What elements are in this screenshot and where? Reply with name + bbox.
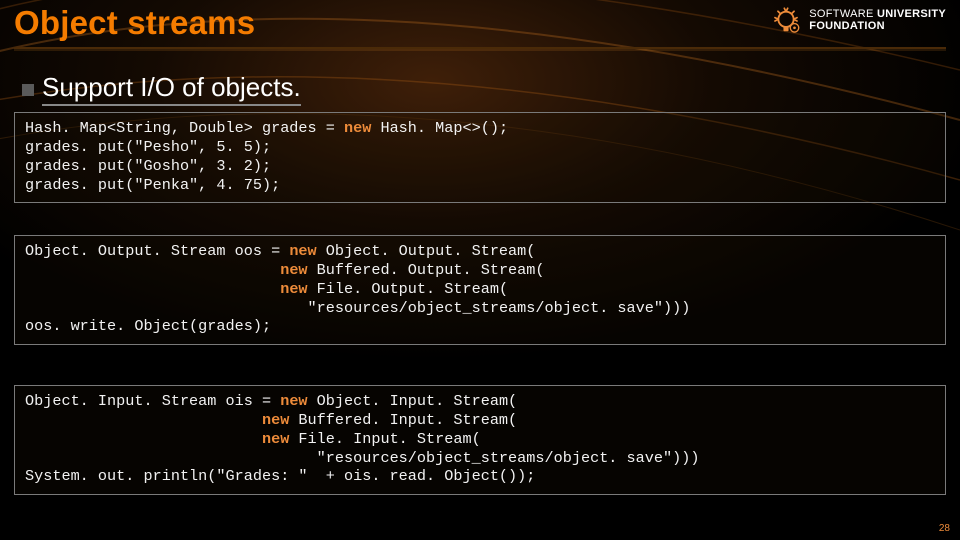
title-underline <box>14 47 946 49</box>
brand-line2: FOUNDATION <box>809 21 946 33</box>
code-block-1: Hash. Map<String, Double> grades = new H… <box>14 112 946 203</box>
lightbulb-gear-icon <box>769 4 803 38</box>
bullet-item: Support I/O of objects. <box>22 72 301 106</box>
slide-title: Object streams <box>14 4 255 42</box>
brand-line1-a: SOFTWARE <box>809 8 877 20</box>
code-block-2: Object. Output. Stream oos = new Object.… <box>14 235 946 345</box>
brand-logo: SOFTWARE UNIVERSITY FOUNDATION <box>769 4 946 38</box>
brand-line1-b: UNIVERSITY <box>877 8 946 20</box>
bullet-square-icon <box>22 84 34 96</box>
bullet-text: Support I/O of objects. <box>42 72 301 106</box>
page-number: 28 <box>939 523 950 534</box>
code-block-3: Object. Input. Stream ois = new Object. … <box>14 385 946 495</box>
